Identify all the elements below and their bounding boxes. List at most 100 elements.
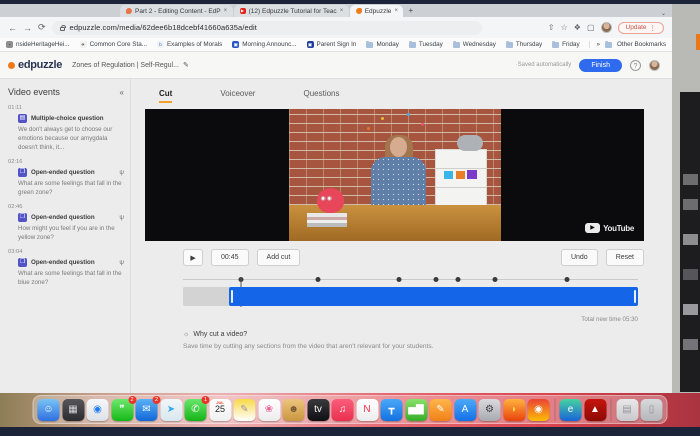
question-marker[interactable] [456, 277, 461, 282]
bookmark-item[interactable]: Thursday [506, 41, 542, 48]
timeline[interactable] [183, 272, 638, 312]
tab-voiceover[interactable]: Voiceover [220, 89, 255, 103]
dock-notes-icon[interactable]: ✎ [234, 399, 256, 421]
side-panel-icon[interactable]: ▢ [587, 23, 595, 32]
dock-keynote-icon[interactable]: ┳ [381, 399, 403, 421]
timeline-bar[interactable] [183, 287, 638, 306]
undo-button[interactable]: Undo [561, 249, 598, 266]
selected-region[interactable] [229, 287, 639, 306]
question-marker[interactable] [493, 277, 498, 282]
keynote-glyph: ┳ [388, 405, 394, 415]
bookmark-favicon: ▣ [232, 41, 239, 48]
collapse-sidebar-icon[interactable]: « [120, 88, 124, 97]
dock-edge-icon[interactable]: e [560, 399, 582, 421]
new-tab-button[interactable]: + [408, 6, 413, 15]
dock-system-settings-icon[interactable]: ⚙ [479, 399, 501, 421]
microphone-icon[interactable]: ψ [119, 169, 124, 176]
bookmark-item[interactable]: Tuesday [409, 41, 443, 48]
dock-maps-icon[interactable]: ➤ [160, 399, 182, 421]
address-bar[interactable]: edpuzzle.com/media/62dee6b18dcebf41660a6… [52, 21, 482, 35]
current-time-display[interactable]: 00:45 [211, 249, 249, 266]
edpuzzle-logo[interactable]: edpuzzle [12, 59, 62, 71]
dock-photos-icon[interactable]: ❀ [258, 399, 280, 421]
bookmark-star-icon[interactable]: ☆ [561, 23, 568, 32]
youtube-watermark[interactable]: ▶ YouTube [585, 223, 634, 233]
browser-tab-1[interactable]: Part 2 - Editing Content - EdP × [120, 5, 233, 17]
dock-pages-icon[interactable]: ✎ [430, 399, 452, 421]
browser-tab-active[interactable]: Edpuzzle × [350, 5, 404, 17]
app-store-glyph: A [462, 405, 469, 415]
dock-acrobat-icon[interactable]: ▲ [584, 399, 606, 421]
dock-trash-icon[interactable]: ▯ [641, 399, 663, 421]
bookmarks-overflow-icon[interactable]: » [596, 41, 600, 48]
event-card[interactable]: ❐ Open-ended question ψ What are some fe… [8, 258, 124, 288]
tab-cut[interactable]: Cut [159, 89, 172, 103]
dock-numbers-icon[interactable]: ▅▇ [405, 399, 427, 421]
tab-questions[interactable]: Questions [303, 89, 339, 103]
finish-button[interactable]: Finish [579, 59, 622, 72]
dock-chrome-icon[interactable]: ◉ [528, 399, 550, 421]
folder-icon [506, 42, 513, 48]
other-bookmarks-label[interactable]: Other Bookmarks [617, 41, 666, 48]
bookmark-item[interactable]: Monday [366, 41, 398, 48]
tab-search-chevron-icon[interactable]: ⌄ [661, 10, 666, 17]
event-type: Multiple-choice question [31, 115, 104, 122]
video-player[interactable]: ▶ YouTube [145, 109, 644, 241]
question-marker[interactable] [396, 277, 401, 282]
dock-safari-icon[interactable]: ◉ [87, 399, 109, 421]
help-icon[interactable]: ? [630, 60, 641, 71]
bookmark-item[interactable]: bExamples of Morals [157, 41, 222, 48]
video-event-4: 03:04 ❐ Open-ended question ψ What are s… [8, 249, 124, 288]
share-icon[interactable]: ⇧ [548, 23, 555, 32]
close-tab-icon[interactable]: × [394, 8, 397, 14]
dock-calendar-icon[interactable]: JUL25 [209, 399, 231, 421]
browser-tab-strip: Part 2 - Editing Content - EdP × (12) Ed… [0, 4, 672, 17]
selection-start-handle[interactable] [231, 290, 233, 303]
browser-tab-2[interactable]: (12) Edpuzzle Tutorial for Teac × [234, 5, 349, 17]
edpuzzle-avatar[interactable] [649, 60, 660, 71]
dock-firefox-icon[interactable]: ◗ [503, 399, 525, 421]
add-cut-button[interactable]: Add cut [257, 249, 301, 266]
bookmark-item[interactable]: Friday [552, 41, 580, 48]
bookmark-item[interactable]: ▪nsideHeritageHei... [6, 41, 70, 48]
selection-end-handle[interactable] [634, 290, 636, 303]
microphone-icon[interactable]: ψ [119, 214, 124, 221]
bookmark-item[interactable]: ▣Parent Sign In [307, 41, 357, 48]
bookmark-item[interactable]: ✈Common Core Sta... [80, 41, 147, 48]
chrome-update-button[interactable]: Update ⋮ [618, 22, 664, 34]
dock-mail-icon[interactable]: ✉2 [136, 399, 158, 421]
microphone-icon[interactable]: ψ [119, 259, 124, 266]
event-card[interactable]: ❐ Open-ended question ψ How might you fe… [8, 213, 124, 243]
dock-news-icon[interactable]: N [356, 399, 378, 421]
dock-music-icon[interactable]: ♫ [332, 399, 354, 421]
bookmark-favicon: b [157, 41, 164, 48]
music-glyph: ♫ [339, 405, 347, 415]
dock-downloads-stack-icon[interactable]: ▤ [616, 399, 638, 421]
extensions-icon[interactable]: ❖ [574, 23, 581, 32]
edit-title-icon[interactable]: ✎ [183, 61, 189, 69]
bookmark-item[interactable]: Wednesday [453, 41, 496, 48]
neuron-decoration [421, 123, 424, 126]
dock-apple-tv-icon[interactable]: tv [307, 399, 329, 421]
question-marker[interactable] [315, 277, 320, 282]
forward-icon[interactable]: → [23, 23, 32, 33]
event-card[interactable]: ▤ Multiple-choice question We don't alwa… [8, 114, 124, 153]
close-tab-icon[interactable]: × [224, 8, 227, 14]
video-frame [289, 109, 501, 241]
question-marker[interactable] [565, 277, 570, 282]
reset-button[interactable]: Reset [606, 249, 644, 266]
close-tab-icon[interactable]: × [340, 8, 343, 14]
dock-facetime-icon[interactable]: ✆1 [185, 399, 207, 421]
dock-app-store-icon[interactable]: A [454, 399, 476, 421]
dock-launchpad-icon[interactable]: ▦ [62, 399, 84, 421]
bookmark-item[interactable]: ▣Morning Announc... [232, 41, 296, 48]
back-icon[interactable]: ← [8, 23, 17, 33]
dock-messages-icon[interactable]: ❞2 [111, 399, 133, 421]
profile-avatar[interactable] [601, 22, 612, 33]
event-card[interactable]: ❐ Open-ended question ψ What are some fe… [8, 168, 124, 198]
question-marker[interactable] [434, 277, 439, 282]
play-button[interactable]: ▶ [183, 249, 203, 266]
reload-icon[interactable]: ⟳ [38, 22, 46, 33]
dock-contacts-icon[interactable]: ☻ [283, 399, 305, 421]
dock-finder-icon[interactable]: ☺ [38, 399, 60, 421]
